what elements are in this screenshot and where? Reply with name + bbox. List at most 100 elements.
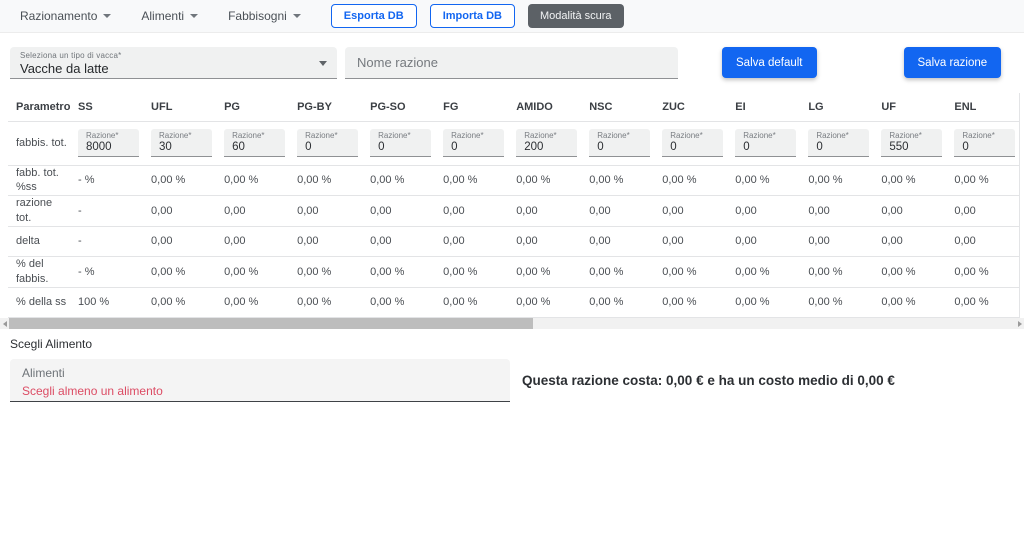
ration-form-row: Seleziona un tipo di vacca* Vacche da la…: [10, 47, 1024, 79]
cell-value: 0,00: [143, 226, 216, 256]
feed-row: Alimenti Scegli almeno un alimento Quest…: [10, 359, 895, 402]
ration-value-input[interactable]: Razione*0: [808, 129, 869, 157]
cell-value: 0,00 %: [946, 256, 1019, 287]
ration-input-label: Razione*: [451, 131, 504, 140]
cell-value: 0,00: [873, 196, 946, 227]
cell-value: 0,00: [800, 196, 873, 227]
column-header-nsc: NSC: [581, 93, 654, 121]
ration-input-label: Razione*: [159, 131, 212, 140]
ration-input-label: Razione*: [816, 131, 869, 140]
ration-name-input[interactable]: [345, 47, 678, 78]
caret-down-icon: [293, 14, 301, 18]
ration-value-input[interactable]: Razione*550: [881, 129, 942, 157]
scroll-left-icon: [3, 321, 7, 327]
column-header-pg-so: PG-SO: [362, 93, 435, 121]
ration-table: ParametroSSUFLPGPG-BYPG-SOFGAMIDONSCZUCE…: [8, 93, 1020, 318]
cell-value: 0,00 %: [362, 287, 435, 317]
menu-label: Fabbisogni: [228, 9, 287, 23]
scroll-right-button[interactable]: [1015, 318, 1024, 329]
cow-type-select[interactable]: Seleziona un tipo di vacca* Vacche da la…: [10, 47, 337, 79]
cell-value: 0,00: [508, 196, 581, 227]
table-row: razione tot.-0,000,000,000,000,000,000,0…: [8, 196, 1020, 227]
ration-input-label: Razione*: [305, 131, 358, 140]
ration-input-value: 0: [378, 141, 431, 153]
ration-input-value: 550: [889, 141, 942, 153]
export-db-button[interactable]: Esporta DB: [331, 4, 417, 28]
cell-value: 0,00: [946, 226, 1019, 256]
column-header-pg-by: PG-BY: [289, 93, 362, 121]
ration-value-input[interactable]: Razione*0: [297, 129, 358, 157]
feed-select-label: Alimenti: [22, 366, 498, 380]
cell-value: 0,00 %: [508, 287, 581, 317]
cell-value: 0,00 %: [727, 256, 800, 287]
ration-value-input[interactable]: Razione*0: [735, 129, 796, 157]
cell-value: 0,00 %: [216, 256, 289, 287]
column-header-enl: ENL: [946, 93, 1019, 121]
table-row: % del fabbis.- %0,00 %0,00 %0,00 %0,00 %…: [8, 256, 1020, 287]
param-label: fabbis. tot.: [8, 121, 70, 165]
cell-value: 0,00 %: [508, 165, 581, 196]
ration-value-input[interactable]: Razione*30: [151, 129, 212, 157]
menu-alimenti[interactable]: Alimenti: [141, 9, 198, 23]
import-db-button[interactable]: Importa DB: [430, 4, 515, 28]
cell-value: 0,00 %: [727, 165, 800, 196]
column-header-lg: LG: [800, 93, 873, 121]
param-label: % del fabbis.: [8, 256, 70, 287]
ration-value-input[interactable]: Razione*200: [516, 129, 577, 157]
cell-value: 0,00 %: [873, 256, 946, 287]
cell-value: 0,00: [873, 226, 946, 256]
cell-value: 0,00 %: [654, 287, 727, 317]
ration-input-label: Razione*: [597, 131, 650, 140]
table-body: fabbis. tot.Razione*8000Razione*30Razion…: [8, 121, 1020, 317]
scrollbar-thumb[interactable]: [9, 318, 533, 329]
cell-value: 0,00 %: [289, 287, 362, 317]
ration-value-input[interactable]: Razione*0: [589, 129, 650, 157]
column-header-pg: PG: [216, 93, 289, 121]
cell-value: 0,00 %: [435, 256, 508, 287]
cell-value: 0,00: [216, 196, 289, 227]
cell-value: 0,00: [435, 196, 508, 227]
ration-input-label: Razione*: [524, 131, 577, 140]
dark-mode-toggle-button[interactable]: Modalità scura: [528, 4, 624, 28]
cell-value: 0,00: [581, 196, 654, 227]
horizontal-scrollbar[interactable]: [0, 318, 1024, 329]
ration-name-field: [345, 47, 678, 79]
cell-value: 0,00: [508, 226, 581, 256]
scroll-left-button[interactable]: [0, 318, 9, 329]
cell-value: 0,00: [946, 196, 1019, 227]
cell-value: -: [70, 226, 143, 256]
param-label: % della ss: [8, 287, 70, 317]
ration-value-input[interactable]: Razione*60: [224, 129, 285, 157]
cell-value: 0,00 %: [435, 287, 508, 317]
ration-value-input[interactable]: Razione*0: [954, 129, 1015, 157]
feed-select[interactable]: Alimenti Scegli almeno un alimento: [10, 359, 510, 402]
cell-value: 0,00 %: [581, 165, 654, 196]
menu-label: Razionamento: [20, 9, 97, 23]
cell-value: 0,00: [362, 196, 435, 227]
ration-value-input[interactable]: Razione*8000: [78, 129, 139, 157]
cell-value: 0,00 %: [362, 165, 435, 196]
ration-value-input[interactable]: Razione*0: [662, 129, 723, 157]
cell-value: 0,00: [654, 196, 727, 227]
cell-value: 0,00 %: [800, 287, 873, 317]
param-label: fabb. tot. %ss: [8, 165, 70, 196]
save-default-button[interactable]: Salva default: [722, 47, 817, 78]
cell-value: 0,00: [362, 226, 435, 256]
ration-value-input[interactable]: Razione*0: [370, 129, 431, 157]
cow-type-select-value: Vacche da latte: [20, 61, 327, 76]
menu-razionamento[interactable]: Razionamento: [20, 9, 111, 23]
ration-value-input[interactable]: Razione*0: [443, 129, 504, 157]
cell-value: 0,00 %: [143, 165, 216, 196]
save-ration-button[interactable]: Salva razione: [904, 47, 1002, 78]
cell-value: 0,00: [289, 226, 362, 256]
table-row: delta-0,000,000,000,000,000,000,000,000,…: [8, 226, 1020, 256]
cell-value: -: [70, 196, 143, 227]
cell-value: 0,00 %: [727, 287, 800, 317]
feed-section-heading: Scegli Alimento: [10, 337, 92, 351]
cell-value: 0,00 %: [581, 256, 654, 287]
menu-fabbisogni[interactable]: Fabbisogni: [228, 9, 301, 23]
column-header-amido: AMIDO: [508, 93, 581, 121]
cell-value: - %: [70, 165, 143, 196]
column-header-ufl: UFL: [143, 93, 216, 121]
ration-input-value: 0: [451, 141, 504, 153]
